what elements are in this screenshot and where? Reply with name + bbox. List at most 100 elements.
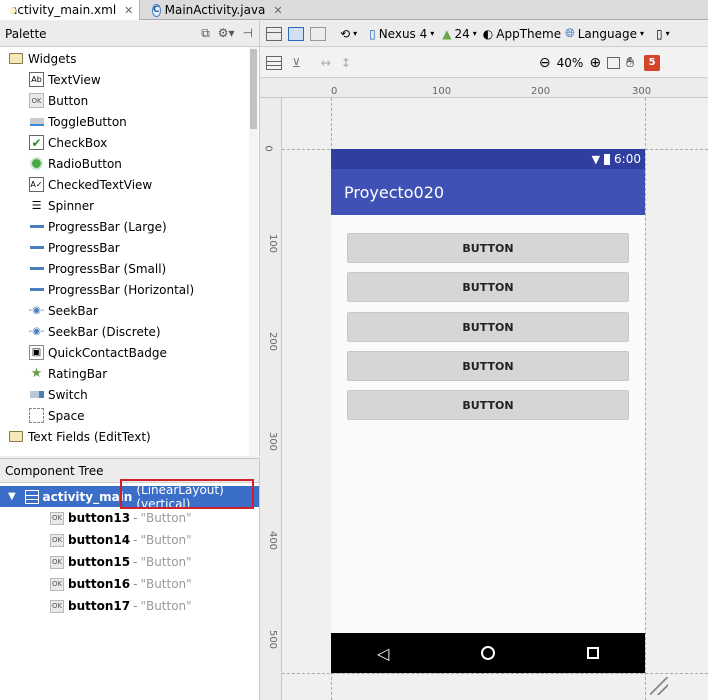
close-icon[interactable]: ✕ [124, 4, 133, 17]
palette-item-switch[interactable]: Switch [29, 384, 259, 405]
tree-row-button15[interactable]: OK button15 - "Button" [50, 551, 192, 573]
button15-preview[interactable]: BUTTON [347, 312, 629, 342]
zoom-out-icon: ⊖ [538, 54, 551, 71]
textview-icon: Ab [29, 72, 44, 87]
palette-item-ratingbar[interactable]: ★ RatingBar [29, 363, 259, 384]
palette-label: CheckedTextView [48, 177, 153, 192]
folder-icon [9, 431, 23, 442]
palette-item-spinner[interactable]: ☰ Spinner [29, 195, 259, 216]
button16-preview[interactable]: BUTTON [347, 351, 629, 381]
split-icon [310, 26, 326, 41]
palette-scrollbar[interactable] [249, 47, 258, 456]
component-text: "Button" [140, 533, 192, 547]
ruler-tick-label: 100 [267, 233, 279, 254]
ruler-tick-label: 200 [267, 331, 279, 352]
device-selector[interactable]: ▯ Nexus 4 ▾ [369, 27, 434, 41]
blueprint-view-button[interactable] [288, 26, 304, 41]
ruler-tick-label: 0 [262, 145, 274, 152]
checked-text-icon: A✓ [29, 177, 44, 192]
globe-icon: 🌐︎ [565, 26, 575, 40]
restore-icon[interactable]: ⧉ [201, 26, 210, 41]
zoom-out-button[interactable]: ⊖ [539, 55, 551, 71]
palette-folder-widgets[interactable]: Widgets [9, 48, 257, 69]
zoom-in-button[interactable]: ⊕ [589, 55, 601, 71]
navigation-bar: ◁ [331, 633, 645, 673]
palette-label: SeekBar [48, 303, 98, 318]
expand-horizontal-button[interactable]: ↔ [321, 56, 331, 70]
progress-icon [29, 261, 44, 276]
separator: - [133, 511, 138, 525]
scrollbar-thumb[interactable] [250, 49, 257, 129]
device-label: Nexus 4 [378, 26, 428, 41]
palette-label: Space [48, 408, 85, 423]
progress-icon [29, 282, 44, 297]
button-widget-icon: OK [50, 577, 64, 591]
palette-item-togglebutton[interactable]: ToggleButton [29, 111, 259, 132]
expand-horizontal-icon: ↔ [320, 55, 331, 70]
progress-icon [29, 219, 44, 234]
button17-preview[interactable]: BUTTON [347, 390, 629, 420]
tree-row-button14[interactable]: OK button14 - "Button" [50, 529, 192, 551]
tab-main-activity[interactable]: C MainActivity.java ✕ [146, 0, 283, 20]
pin-icon[interactable]: ⊣ [243, 26, 253, 41]
component-id: button13 [68, 511, 131, 525]
recents-icon [587, 647, 600, 659]
gear-icon[interactable]: ⚙▾ [218, 26, 235, 41]
palette-item-quickcontactbadge[interactable]: ▣ QuickContactBadge [29, 342, 259, 363]
tree-row-button13[interactable]: OK button13 - "Button" [50, 507, 192, 529]
expand-vertical-button[interactable]: ↕ [341, 56, 351, 70]
palette-item-progressbar-small[interactable]: ProgressBar (Small) [29, 258, 259, 279]
close-icon[interactable]: ✕ [273, 4, 282, 17]
orientation-button[interactable]: ⟲ ▾ [340, 27, 357, 41]
horizontal-ruler: 0 100 200 300 [260, 78, 708, 98]
zoom-in-icon: ⊕ [589, 54, 602, 71]
root-name: activity_main [42, 489, 133, 504]
tab-activity-main[interactable]: activity_main.xml ✕ [0, 0, 140, 20]
palette-label: ProgressBar (Horizontal) [48, 282, 195, 297]
button14-preview[interactable]: BUTTON [347, 272, 629, 302]
tree-row-button16[interactable]: OK button16 - "Button" [50, 573, 192, 595]
palette-item-checkedtextview[interactable]: A✓ CheckedTextView [29, 174, 259, 195]
palette-label: TextView [48, 72, 101, 87]
button13-preview[interactable]: BUTTON [347, 233, 629, 263]
device-preview[interactable]: ▼ 6:00 Proyecto020 BUTTON BUTTON BUTTON … [331, 149, 645, 673]
palette-item-textview[interactable]: Ab TextView [29, 69, 259, 90]
progress-icon [29, 240, 44, 255]
editor-tab-bar: activity_main.xml ✕ C MainActivity.java … [0, 0, 708, 20]
palette-item-progressbar-horizontal[interactable]: ProgressBar (Horizontal) [29, 279, 259, 300]
chevron-down-icon: ▾ [665, 29, 670, 38]
palette-item-progressbar[interactable]: ProgressBar [29, 237, 259, 258]
palette-list: Widgets Ab TextView OK Button ToggleButt… [0, 47, 259, 456]
palette-item-progressbar-large[interactable]: ProgressBar (Large) [29, 216, 259, 237]
show-layout-button[interactable] [266, 55, 282, 70]
android-icon: ▲ [442, 26, 452, 41]
design-icon [266, 26, 282, 41]
palette-item-checkbox[interactable]: ✔ CheckBox [29, 132, 259, 153]
theme-selector[interactable]: ◐ AppTheme [483, 27, 561, 41]
warnings-button[interactable]: 5 [644, 54, 661, 71]
tree-row-button17[interactable]: OK button17 - "Button" [50, 595, 192, 617]
palette-item-space[interactable]: Space [29, 405, 259, 426]
zoom-fit-button[interactable] [607, 56, 621, 69]
palette-label: CheckBox [48, 135, 108, 150]
pan-button[interactable]: ✋︎ [626, 55, 634, 71]
palette-item-button[interactable]: OK Button [29, 90, 259, 111]
pack-button[interactable]: ⊻ [292, 56, 301, 70]
palette-item-seekbar[interactable]: -◉- SeekBar [29, 300, 259, 321]
palette-item-radiobutton[interactable]: RadioButton [29, 153, 259, 174]
palette-label: Spinner [48, 198, 95, 213]
resize-handle-icon[interactable] [650, 677, 668, 695]
component-text: "Button" [140, 511, 192, 525]
palette-item-seekbar-discrete[interactable]: -◉- SeekBar (Discrete) [29, 321, 259, 342]
both-view-button[interactable] [310, 26, 326, 41]
theme-label: AppTheme [496, 26, 562, 41]
api-selector[interactable]: ▲ 24 ▾ [442, 27, 477, 41]
language-selector[interactable]: 🌐︎ Language ▾ [565, 26, 644, 41]
expand-icon[interactable]: ▼ [8, 491, 16, 502]
layout-variants-button[interactable]: ▯ ▾ [656, 27, 670, 41]
palette-folder-text-fields[interactable]: Text Fields (EditText) [9, 426, 257, 447]
hand-icon: ✋︎ [626, 54, 635, 71]
api-label: 24 [454, 26, 470, 41]
design-view-button[interactable] [266, 26, 282, 41]
canvas-toolbar: ⊻ ↔ ↕ ⊖ 40% ⊕ ✋︎ 5 [260, 48, 708, 78]
